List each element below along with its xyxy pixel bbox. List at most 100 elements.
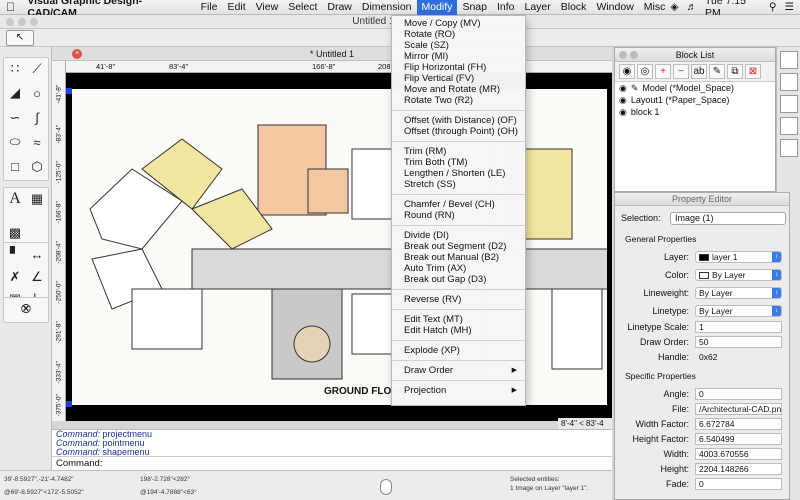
selection-dropdown[interactable]: Image (1) [670, 212, 786, 225]
menu-dimension[interactable]: Dimension [357, 0, 417, 15]
arc-tool-icon[interactable]: ◢ [4, 82, 26, 104]
floor-plan-image[interactable]: GROUND FLOOR [72, 89, 612, 405]
3d-cube-icon[interactable]: ⮿ [4, 298, 48, 320]
menu-item-edit-text[interactable]: Edit Text (MT) [392, 314, 525, 325]
pencil-icon[interactable]: ✎ [709, 64, 725, 79]
menu-item-stretch[interactable]: Stretch (SS) [392, 179, 525, 190]
curve-tool-icon[interactable]: ∽ [4, 107, 26, 129]
menu-file[interactable]: File [196, 0, 223, 15]
dimension-tool-icon[interactable]: ↔ [26, 243, 48, 265]
selection-handle[interactable] [66, 88, 72, 94]
text-tool-icon[interactable]: A [4, 188, 26, 210]
volume-icon[interactable]: ♬ [686, 1, 697, 13]
panel-toggle-icon[interactable] [780, 95, 798, 113]
menu-item-chamfer[interactable]: Chamfer / Bevel (CH) [392, 199, 525, 210]
menu-item-move-copy[interactable]: Move / Copy (MV) [392, 18, 525, 29]
draw-order-field[interactable]: 50 [695, 336, 782, 348]
rectangle-tool-icon[interactable]: □ [4, 156, 26, 178]
hatch-tool-icon[interactable]: ▘ [4, 243, 26, 265]
width-field[interactable]: 4003.670556 [695, 448, 782, 460]
menu-item-flip-vertical[interactable]: Flip Vertical (FV) [392, 73, 525, 84]
menu-item-break-segment[interactable]: Break out Segment (D2) [392, 241, 525, 252]
menu-layer[interactable]: Layer [519, 0, 555, 15]
close-panel-button[interactable] [619, 51, 627, 59]
rename-icon[interactable]: ab [691, 64, 707, 79]
polygon-tool-icon[interactable]: ⬡ [26, 156, 48, 178]
notification-center-icon[interactable]: ☰ [785, 1, 794, 13]
block-list-row[interactable]: ◉ Layout1 (*Paper_Space) [615, 94, 775, 106]
lineweight-dropdown[interactable]: By Layer ↕ [695, 287, 782, 299]
zoom-window-button[interactable] [30, 18, 38, 26]
menu-draw[interactable]: Draw [322, 0, 357, 15]
menu-view[interactable]: View [251, 0, 284, 15]
menu-item-lengthen[interactable]: Lengthen / Shorten (LE) [392, 168, 525, 179]
close-window-button[interactable] [6, 18, 14, 26]
remove-block-icon[interactable]: − [673, 64, 689, 79]
menu-item-break-gap[interactable]: Break out Gap (D3) [392, 274, 525, 285]
document-tab[interactable]: × * Untitled 1 [52, 47, 612, 61]
menu-item-trim[interactable]: Trim (RM) [392, 146, 525, 157]
file-field[interactable]: /Architectural-CAD.png [695, 403, 782, 415]
delete-icon[interactable]: ⊠ [745, 64, 761, 79]
menu-item-move-rotate[interactable]: Move and Rotate (MR) [392, 84, 525, 95]
menu-item-divide[interactable]: Divide (DI) [392, 230, 525, 241]
point-tool-icon[interactable]: ∷ [4, 58, 26, 80]
fade-field[interactable]: 0 [695, 478, 782, 490]
color-dropdown[interactable]: By Layer ↕ [695, 269, 782, 281]
select-arrow-button[interactable]: ↖ [6, 30, 34, 46]
add-block-icon[interactable]: + [655, 64, 671, 79]
circle-tool-icon[interactable]: ○ [26, 82, 48, 104]
trim-tool-icon[interactable]: ✗ [4, 266, 26, 288]
menu-edit[interactable]: Edit [223, 0, 251, 15]
spline-tool-icon[interactable]: ∫ [26, 107, 48, 129]
menu-item-rotate[interactable]: Rotate (RO) [392, 29, 525, 40]
menu-item-flip-horizontal[interactable]: Flip Horizontal (FH) [392, 62, 525, 73]
menu-item-draw-order[interactable]: Draw Order ▶ [392, 365, 525, 376]
menu-item-rotate-two[interactable]: Rotate Two (R2) [392, 95, 525, 106]
height-field[interactable]: 2204.148266 [695, 463, 782, 475]
angle-field[interactable]: 0 [695, 388, 782, 400]
drawing-canvas[interactable]: GROUND FLOOR [66, 73, 612, 421]
menu-item-offset-distance[interactable]: Offset (with Distance) (OF) [392, 115, 525, 126]
menu-item-edit-hatch[interactable]: Edit Hatch (MH) [392, 325, 525, 336]
menu-item-reverse[interactable]: Reverse (RV) [392, 294, 525, 305]
visibility-eye-icon[interactable]: ◉ [619, 106, 627, 118]
menu-item-round[interactable]: Round (RN) [392, 210, 525, 221]
apple-icon[interactable]:  [0, 0, 21, 14]
menu-item-auto-trim[interactable]: Auto Trim (AX) [392, 263, 525, 274]
menu-item-trim-both[interactable]: Trim Both (TM) [392, 157, 525, 168]
menu-item-offset-point[interactable]: Offset (through Point) (OH) [392, 126, 525, 137]
menu-block[interactable]: Block [556, 0, 592, 15]
menu-item-projection[interactable]: Projection ▶ [392, 385, 525, 396]
block-list-row[interactable]: ◉ block 1 [615, 106, 775, 118]
menu-item-mirror[interactable]: Mirror (MI) [392, 51, 525, 62]
menu-item-scale[interactable]: Scale (SZ) [392, 40, 525, 51]
minimize-window-button[interactable] [18, 18, 26, 26]
text-box-tool-icon[interactable]: ▦ [26, 188, 48, 210]
visibility-eye-icon[interactable]: ◉ [619, 94, 627, 106]
command-line[interactable]: Command: [52, 456, 612, 470]
edit-pencil-icon[interactable]: ✎ [631, 82, 639, 94]
visibility-eye-icon[interactable]: ◉ [619, 82, 627, 94]
menu-modify[interactable]: Modify [416, 0, 458, 15]
menu-item-explode[interactable]: Explode (XP) [392, 345, 525, 356]
panel-toggle-icon[interactable] [780, 117, 798, 135]
menu-select[interactable]: Select [283, 0, 322, 15]
width-factor-field[interactable]: 6.672784 [695, 418, 782, 430]
wifi-icon[interactable]: ◈ [670, 1, 678, 13]
minimize-panel-button[interactable] [630, 51, 638, 59]
linetype-scale-field[interactable]: 1 [695, 321, 782, 333]
menu-info[interactable]: Info [492, 0, 520, 15]
table-tool-icon[interactable] [26, 222, 48, 244]
duplicate-icon[interactable]: ⧉ [727, 64, 743, 79]
eye-icon[interactable]: ◉ [619, 64, 635, 79]
search-icon[interactable]: ⚲ [769, 1, 777, 13]
menu-snap[interactable]: Snap [457, 0, 492, 15]
close-tab-icon[interactable]: × [72, 49, 82, 59]
image-tool-icon[interactable]: ▩ [4, 222, 26, 244]
ellipse-tool-icon[interactable]: ⬭ [4, 131, 26, 153]
panel-toggle-icon[interactable] [780, 51, 798, 69]
layer-dropdown[interactable]: layer 1 ↕ [695, 251, 782, 263]
hide-eye-icon[interactable]: ◎ [637, 64, 653, 79]
menu-misc[interactable]: Misc [639, 0, 671, 15]
